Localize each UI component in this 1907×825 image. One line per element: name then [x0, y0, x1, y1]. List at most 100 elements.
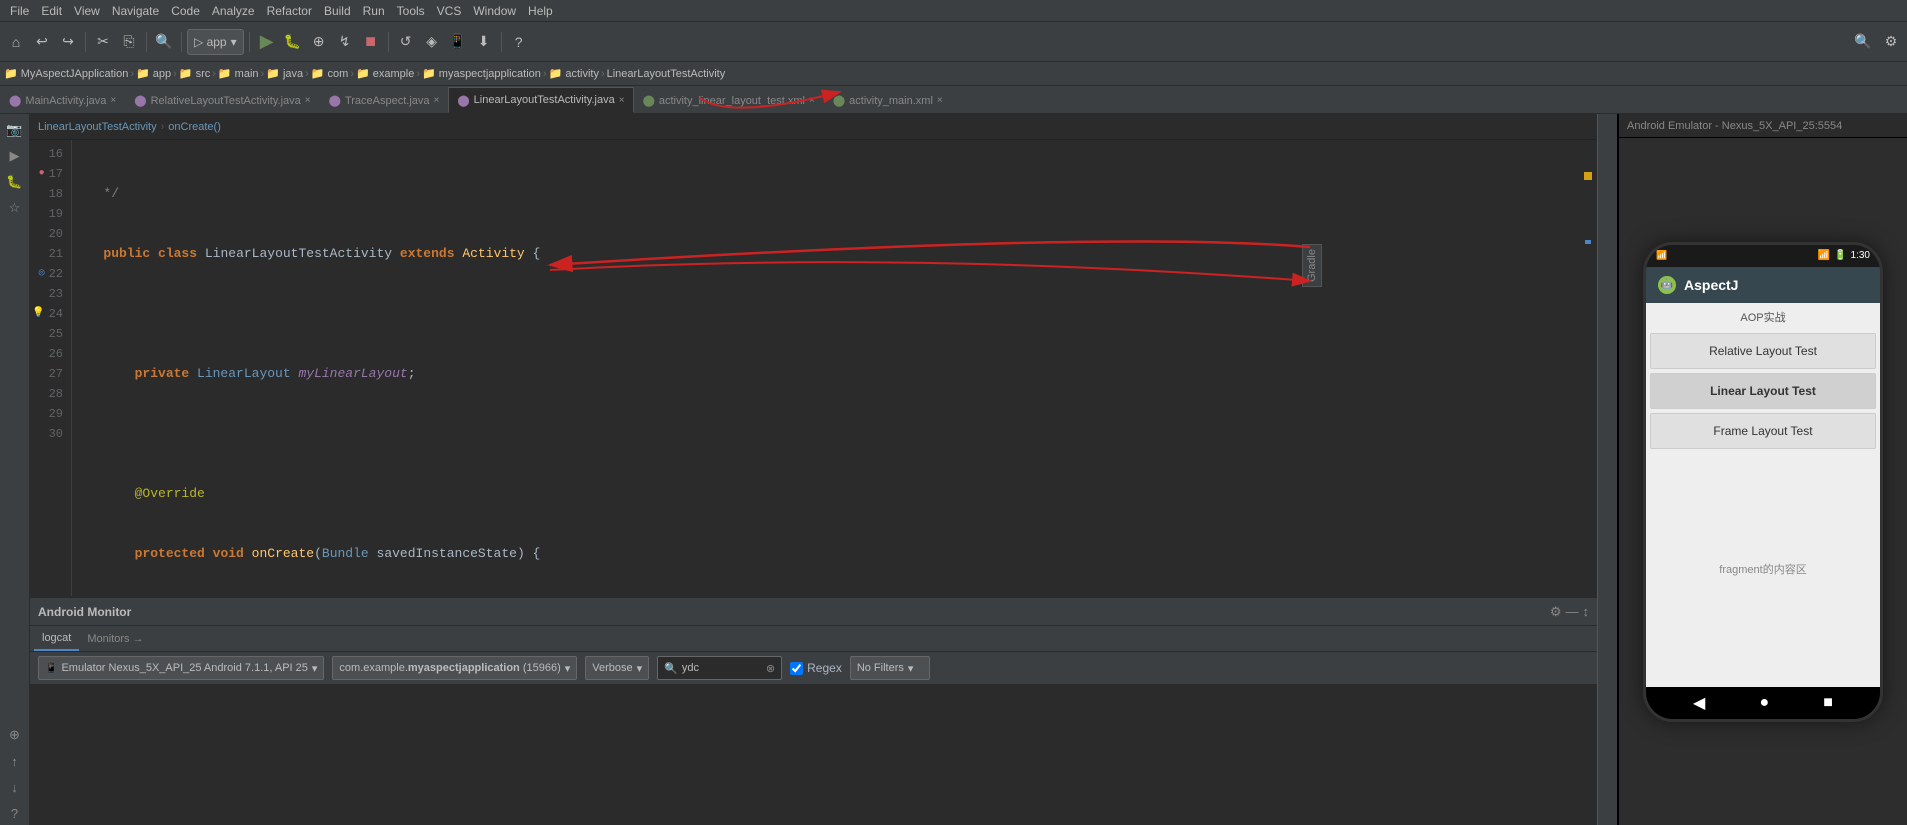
device-icon: 📱 — [45, 663, 57, 674]
left-icon-run[interactable]: ▶ — [3, 144, 27, 168]
line-num-23: 23 — [30, 284, 63, 304]
tab-linearlayout[interactable]: ⬤ LinearLayoutTestActivity.java × — [448, 87, 633, 113]
line-num-28: 28 — [30, 384, 63, 404]
breadcrumb-myaspect[interactable]: 📁 myaspectjapplication — [422, 67, 541, 80]
phone-home-btn[interactable]: ● — [1759, 694, 1769, 712]
tab-main-xml[interactable]: ⬤ activity_main.xml × — [824, 87, 952, 113]
phone-app-icon: 🤖 — [1658, 276, 1676, 294]
package-selector[interactable]: com.example.myaspectjapplication (15966)… — [332, 656, 577, 680]
phone-btn-linear[interactable]: Linear Layout Test — [1650, 373, 1876, 409]
breadcrumb-class[interactable]: LinearLayoutTestActivity — [607, 68, 726, 80]
android-monitor: Android Monitor ⚙ — ↕ logcat Monitors → … — [30, 596, 1597, 825]
monitor-settings-icon[interactable]: ⚙ — [1550, 604, 1562, 620]
menu-refactor[interactable]: Refactor — [261, 4, 318, 18]
tab-linearlayout-xml[interactable]: ⬤ activity_linear_layout_test.xml × — [634, 87, 824, 113]
toolbar-find[interactable]: 🔍 — [152, 30, 176, 54]
settings-button[interactable]: ⚙ — [1879, 30, 1903, 54]
line-num-20: 20 — [30, 224, 63, 244]
breadcrumb-main[interactable]: 📁 main — [218, 67, 259, 80]
avd-manager[interactable]: 📱 — [446, 30, 470, 54]
breadcrumb-project[interactable]: 📁 MyAspectJApplication — [4, 67, 128, 80]
search-input[interactable] — [682, 662, 762, 674]
phone-time: 1:30 — [1851, 250, 1870, 261]
left-icon-bottom4[interactable]: ? — [3, 801, 27, 825]
menu-view[interactable]: View — [68, 4, 106, 18]
editor-breadcrumb-method[interactable]: onCreate() — [168, 121, 221, 133]
monitor-tab-logcat[interactable]: logcat — [34, 627, 79, 651]
help-button[interactable]: ? — [507, 30, 531, 54]
left-icon-bottom3[interactable]: ↓ — [3, 775, 27, 799]
line-num-22: ◎22 — [30, 264, 63, 284]
sdk-manager[interactable]: ⬇ — [472, 30, 496, 54]
tab-relativelayout[interactable]: ⬤ RelativeLayoutTestActivity.java × — [125, 87, 319, 113]
code-editor[interactable]: 16 ●17 18 19 20 21 ◎22 23 💡24 25 26 27 2… — [30, 140, 1597, 596]
toolbar-cut[interactable]: ✂ — [91, 30, 115, 54]
regex-checkbox[interactable] — [790, 662, 803, 675]
menu-tools[interactable]: Tools — [391, 4, 431, 18]
stop-button[interactable]: ■ — [359, 30, 383, 54]
breadcrumb-src[interactable]: 📁 src — [179, 67, 210, 80]
scroll-indicator — [1585, 240, 1591, 244]
breadcrumb-activity[interactable]: 📁 activity — [549, 67, 599, 80]
device-selector[interactable]: 📱 Emulator Nexus_5X_API_25 Android 7.1.1… — [38, 656, 324, 680]
toolbar-copy[interactable]: ⎘ — [117, 30, 141, 54]
search-clear-icon[interactable]: ⊗ — [766, 662, 775, 675]
menu-build[interactable]: Build — [318, 4, 357, 18]
left-icon-bottom2[interactable]: ↑ — [3, 749, 27, 773]
menu-file[interactable]: File — [4, 4, 35, 18]
gradle-tab[interactable]: Gradle — [1302, 244, 1322, 287]
phone-back-btn[interactable]: ◀ — [1693, 693, 1705, 713]
breadcrumb-app[interactable]: 📁 app — [136, 67, 171, 80]
monitor-close-icon[interactable]: — — [1566, 604, 1579, 619]
menu-analyze[interactable]: Analyze — [206, 4, 261, 18]
tab-label-main-xml: activity_main.xml — [849, 95, 933, 107]
left-icon-debug[interactable]: 🐛 — [3, 170, 27, 194]
breadcrumb-com[interactable]: 📁 com — [311, 67, 349, 80]
tab-traceaspect[interactable]: ⬤ TraceAspect.java × — [320, 87, 449, 113]
menu-edit[interactable]: Edit — [35, 4, 68, 18]
tab-icon-linearlayout: ⬤ — [457, 94, 469, 107]
tab-close-linearlayout[interactable]: × — [619, 95, 625, 106]
debug-button[interactable]: 🐛 — [281, 30, 305, 54]
search-everywhere[interactable]: 🔍 — [1851, 30, 1875, 54]
menu-vcs[interactable]: VCS — [431, 4, 468, 18]
phone-btn-frame[interactable]: Frame Layout Test — [1650, 413, 1876, 449]
gradle-button[interactable]: ◈ — [420, 30, 444, 54]
menu-window[interactable]: Window — [467, 4, 522, 18]
menu-help[interactable]: Help — [522, 4, 559, 18]
code-line-21: @Override — [80, 484, 1589, 504]
left-icon-camera[interactable]: 📷 — [3, 118, 27, 142]
tabs-bar: ⬤ MainActivity.java × ⬤ RelativeLayoutTe… — [0, 86, 1907, 114]
app-selector[interactable]: ▷ app ▾ — [187, 29, 244, 55]
breadcrumb-java[interactable]: 📁 java — [266, 67, 303, 80]
breadcrumb-example[interactable]: 📁 example — [356, 67, 414, 80]
run-button[interactable]: ▶ — [255, 30, 279, 54]
tab-close-traceaspect[interactable]: × — [434, 95, 440, 106]
monitor-tab-monitors[interactable]: Monitors → — [79, 627, 151, 651]
phone-content: AOP实战 Relative Layout Test Linear Layout… — [1646, 303, 1880, 687]
monitor-restore-icon[interactable]: ↕ — [1583, 604, 1590, 619]
toolbar-undo[interactable]: ↩ — [30, 30, 54, 54]
phone-btn-relative[interactable]: Relative Layout Test — [1650, 333, 1876, 369]
left-icon-favorites[interactable]: ☆ — [3, 196, 27, 220]
phone-recents-btn[interactable]: ■ — [1823, 694, 1833, 712]
tab-close-linearlayout-xml[interactable]: × — [809, 95, 815, 106]
left-icon-bottom1[interactable]: ⊕ — [3, 723, 27, 747]
no-filters-selector[interactable]: No Filters ▾ — [850, 656, 930, 680]
menu-navigate[interactable]: Navigate — [106, 4, 165, 18]
tab-close-relativelayout[interactable]: × — [305, 95, 311, 106]
menu-run[interactable]: Run — [357, 4, 391, 18]
tab-mainactivity[interactable]: ⬤ MainActivity.java × — [0, 87, 125, 113]
editor-breadcrumb-class[interactable]: LinearLayoutTestActivity — [38, 121, 157, 133]
menu-code[interactable]: Code — [165, 4, 206, 18]
tab-label-linearlayout: LinearLayoutTestActivity.java — [474, 94, 615, 106]
attach-debugger[interactable]: ↯ — [333, 30, 357, 54]
toolbar-redo[interactable]: ↪ — [56, 30, 80, 54]
no-filters-chevron: ▾ — [908, 662, 914, 675]
tab-close-mainactivity[interactable]: × — [110, 95, 116, 106]
sync-button[interactable]: ↺ — [394, 30, 418, 54]
run-with-coverage[interactable]: ⊕ — [307, 30, 331, 54]
toolbar-home[interactable]: ⌂ — [4, 30, 28, 54]
tab-close-main-xml[interactable]: × — [937, 95, 943, 106]
verbose-selector[interactable]: Verbose ▾ — [585, 656, 649, 680]
